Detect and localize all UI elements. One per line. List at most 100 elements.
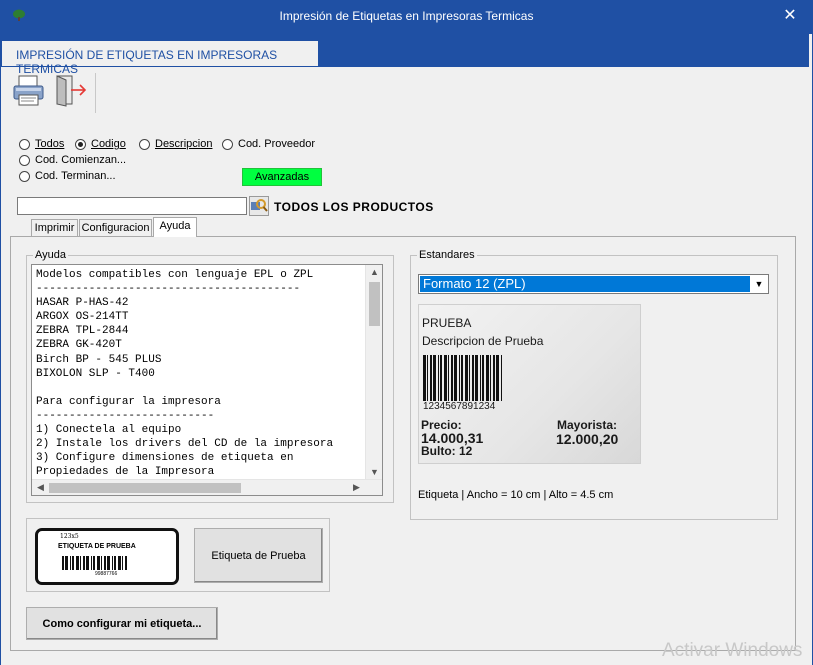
filter-radio-label: Descripcion: [155, 138, 213, 150]
barcode-bar: [423, 355, 426, 401]
barcode-bar: [448, 355, 449, 401]
search-icon: [251, 199, 268, 212]
search-input[interactable]: [17, 197, 247, 215]
format-select-value: Formato 12 (ZPL): [420, 276, 750, 292]
vertical-scrollbar[interactable]: ▲ ▼: [365, 265, 382, 479]
preview-wholesale-label: Mayorista:: [557, 418, 618, 432]
exit-door-icon: [56, 75, 87, 107]
filter-radio-label: Todos: [35, 138, 65, 150]
barcode-bar: [490, 355, 491, 401]
barcode-bar: [118, 556, 121, 570]
barcode-bar: [433, 355, 436, 401]
scroll-up-icon[interactable]: ▲: [367, 267, 382, 277]
barcode-bar: [107, 556, 110, 570]
help-group-label: Ayuda: [33, 249, 68, 261]
scroll-down-icon[interactable]: ▼: [367, 467, 382, 477]
barcode-bar: [86, 556, 89, 570]
filter-radio-label: Cod. Comienzan...: [35, 154, 127, 166]
preview-package: Bulto: 12: [421, 444, 473, 458]
barcode-bar: [104, 556, 106, 570]
radio-dot: [222, 138, 233, 150]
barcode-bar: [459, 355, 460, 401]
barcode-bar: [444, 355, 447, 401]
barcode-bar: [465, 355, 468, 401]
results-label: TODOS LOS PRODUCTOS: [274, 200, 434, 214]
barcode-bar: [472, 355, 474, 401]
filter-radio-label: Codigo: [91, 138, 126, 150]
barcode-bar: [125, 556, 127, 570]
barcode-bar: [427, 355, 428, 401]
printer-icon: [13, 75, 44, 106]
filter-radio-label: Cod. Terminan...: [35, 170, 116, 182]
barcode-bar: [114, 556, 116, 570]
tab-divider: [1, 66, 809, 67]
barcode-bar: [62, 556, 64, 570]
barcode-bar: [80, 556, 81, 570]
radio-dot: [19, 170, 30, 182]
label-preview-image: PRUEBA Descripcion de Prueba 12345678912…: [418, 304, 641, 464]
test-label-title: ETIQUETA DE PRUEBA: [58, 543, 136, 550]
horizontal-scrollbar[interactable]: ◀ ▶: [32, 479, 382, 495]
barcode-bar: [438, 355, 439, 401]
filter-radio-cod-terminan[interactable]: Cod. Terminan...: [19, 170, 116, 182]
test-label-number: 99887766: [95, 571, 118, 577]
barcode-bar: [482, 355, 484, 401]
configure-label-button[interactable]: Como configurar mi etiqueta...: [26, 607, 218, 640]
scroll-left-icon[interactable]: ◀: [33, 482, 48, 493]
toolbar-separator: [95, 73, 96, 113]
preview-barcode: [423, 355, 502, 401]
preview-title: PRUEBA: [422, 316, 472, 330]
scroll-right-icon[interactable]: ▶: [349, 482, 364, 493]
barcode-bar: [496, 355, 499, 401]
barcode-bar: [486, 355, 489, 401]
help-text: Modelos compatibles con lenguaje EPL o Z…: [36, 269, 334, 478]
help-textbox[interactable]: Modelos compatibles con lenguaje EPL o Z…: [31, 264, 383, 496]
filter-radio-cod-comienzan[interactable]: Cod. Comienzan...: [19, 154, 126, 166]
scroll-thumb[interactable]: [49, 483, 241, 493]
barcode-bar: [93, 556, 95, 570]
preview-wholesale-price: 12.000,20: [556, 431, 619, 447]
scroll-thumb[interactable]: [369, 282, 380, 326]
filter-radio-cod-proveedor[interactable]: Cod. Proveedor: [222, 138, 315, 150]
radio-dot: [19, 154, 30, 166]
chevron-down-icon: ▼: [754, 279, 764, 289]
barcode-bar: [440, 355, 442, 401]
tab-ayuda[interactable]: Ayuda: [153, 217, 197, 237]
filter-radio-descripcion[interactable]: Descripcion: [139, 138, 212, 150]
search-button[interactable]: [249, 196, 269, 216]
radio-dot-selected: [75, 138, 86, 150]
radio-dot: [19, 138, 30, 150]
activation-watermark: Activar Windows: [662, 640, 803, 661]
barcode-bar: [469, 355, 470, 401]
barcode-bar: [97, 556, 100, 570]
barcode-bar: [72, 556, 74, 570]
barcode-bar: [83, 556, 85, 570]
close-icon[interactable]: ✕: [779, 6, 801, 26]
window-title: Impresión de Etiquetas en Impresoras Ter…: [279, 9, 534, 23]
filter-radio-label: Cod. Proveedor: [238, 138, 316, 150]
barcode-bar: [501, 355, 502, 401]
title-bar: Impresión de Etiquetas en Impresoras Ter…: [0, 0, 813, 34]
barcode-bar: [91, 556, 92, 570]
exit-button[interactable]: [53, 73, 89, 109]
tab-configuracion[interactable]: Configuracion: [79, 219, 152, 236]
barcode-bar: [112, 556, 113, 570]
barcode-bar: [475, 355, 478, 401]
print-test-label-button[interactable]: Etiqueta de Prueba: [194, 528, 323, 583]
barcode-bar: [101, 556, 102, 570]
advanced-button[interactable]: Avanzadas: [242, 168, 322, 186]
format-select[interactable]: Formato 12 (ZPL) ▼: [418, 274, 769, 294]
preview-description: Descripcion de Prueba: [422, 334, 544, 348]
filter-radio-todos[interactable]: Todos: [19, 138, 64, 150]
standards-group-label: Estandares: [417, 249, 477, 261]
print-button[interactable]: [11, 73, 47, 109]
barcode-bar: [461, 355, 463, 401]
app-tab[interactable]: IMPRESIÓN DE ETIQUETAS EN IMPRESORAS TER…: [2, 41, 318, 76]
filter-radio-codigo[interactable]: Codigo: [75, 138, 126, 150]
barcode-bar: [430, 355, 432, 401]
test-label-code: 123x5: [60, 533, 79, 540]
barcode-bar: [493, 355, 495, 401]
tab-imprimir[interactable]: Imprimir: [31, 219, 78, 236]
barcode-bar: [451, 355, 453, 401]
barcode-bar: [70, 556, 71, 570]
